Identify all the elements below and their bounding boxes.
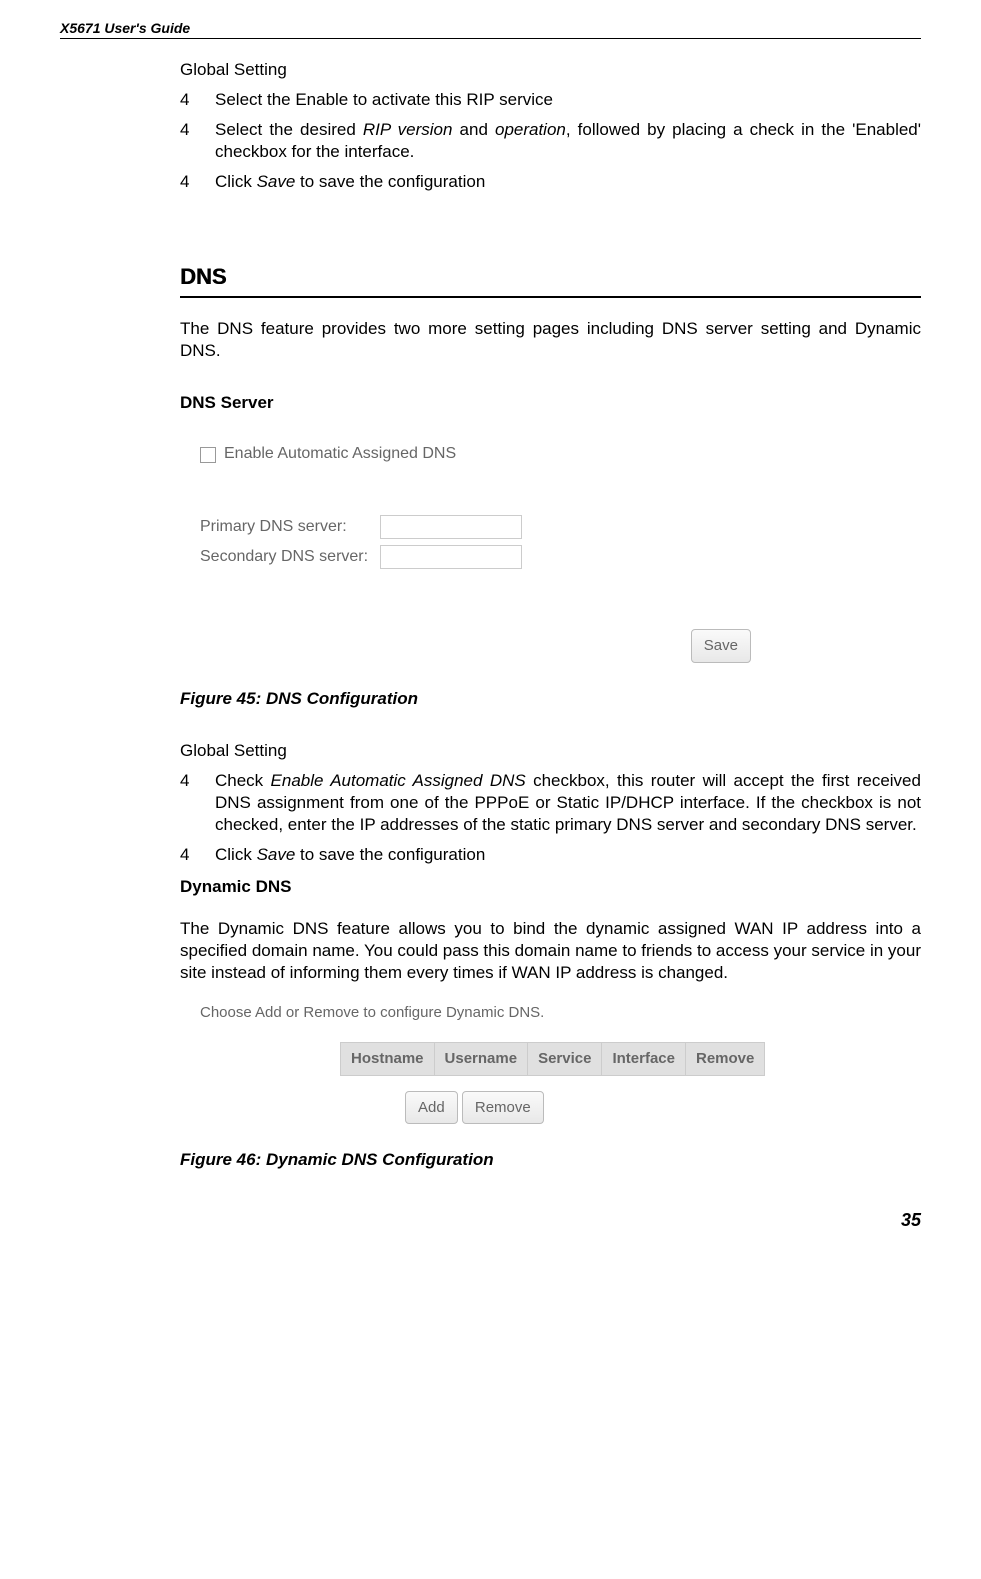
th-service: Service	[528, 1043, 602, 1076]
section-divider	[180, 296, 921, 298]
list-text: Check Enable Automatic Assigned DNS chec…	[215, 770, 921, 836]
th-username: Username	[434, 1043, 528, 1076]
secondary-dns-row: Secondary DNS server:	[200, 545, 921, 569]
add-button[interactable]: Add	[405, 1091, 458, 1125]
secondary-dns-input[interactable]	[380, 545, 522, 569]
text-fragment: and	[452, 120, 495, 139]
ddns-button-row: Add Remove	[405, 1091, 921, 1125]
italic-fragment: RIP version	[363, 120, 453, 139]
th-interface: Interface	[602, 1043, 686, 1076]
list-text: Select the desired RIP version and opera…	[215, 119, 921, 163]
save-row: Save	[200, 629, 921, 663]
text-fragment: Check	[215, 771, 271, 790]
figure-45-caption: Figure 45: DNS Configuration	[180, 688, 921, 710]
doc-title: X5671 User's Guide	[60, 20, 190, 36]
italic-fragment: Save	[257, 845, 296, 864]
dns-server-subtitle: DNS Server	[180, 392, 921, 414]
italic-fragment: Save	[257, 172, 296, 191]
list-number: 4	[180, 844, 215, 866]
secondary-dns-label: Secondary DNS server:	[200, 547, 380, 568]
list-text: Click Save to save the configuration	[215, 844, 921, 866]
save-button[interactable]: Save	[691, 629, 751, 663]
list-item: 4 Select the Enable to activate this RIP…	[180, 89, 921, 111]
primary-dns-input[interactable]	[380, 515, 522, 539]
page-header: X5671 User's Guide	[60, 20, 921, 39]
th-remove: Remove	[686, 1043, 765, 1076]
text-fragment: Click	[215, 172, 257, 191]
th-hostname: Hostname	[341, 1043, 435, 1076]
table-header-row: Hostname Username Service Interface Remo…	[341, 1043, 765, 1076]
global-setting-heading-2: Global Setting	[180, 740, 921, 762]
enable-auto-dns-label: Enable Automatic Assigned DNS	[224, 444, 456, 465]
enable-auto-dns-row: Enable Automatic Assigned DNS	[200, 444, 921, 465]
list-item: 4 Click Save to save the configuration	[180, 171, 921, 193]
page-number: 35	[901, 1210, 921, 1231]
text-fragment: to save the configuration	[295, 845, 485, 864]
ddns-table: Hostname Username Service Interface Remo…	[340, 1042, 765, 1076]
remove-button[interactable]: Remove	[462, 1091, 544, 1125]
figure-dns-config: Enable Automatic Assigned DNS Primary DN…	[180, 434, 921, 662]
list-text: Select the Enable to activate this RIP s…	[215, 89, 921, 111]
global-setting-heading: Global Setting	[180, 59, 921, 81]
dynamic-dns-description: The Dynamic DNS feature allows you to bi…	[180, 918, 921, 984]
primary-dns-row: Primary DNS server:	[200, 515, 921, 539]
figure-dynamic-dns: Choose Add or Remove to configure Dynami…	[180, 993, 921, 1125]
doc-title-text: X5671 User's Guide	[60, 20, 190, 36]
dynamic-dns-subtitle: Dynamic DNS	[180, 876, 921, 898]
figure-46-caption: Figure 46: Dynamic DNS Configuration	[180, 1149, 921, 1171]
list-number: 4	[180, 770, 215, 836]
ddns-caption-line: Choose Add or Remove to configure Dynami…	[200, 1003, 921, 1023]
text-fragment: Select the desired	[215, 120, 363, 139]
dns-description: The DNS feature provides two more settin…	[180, 318, 921, 362]
text-fragment: to save the configuration	[295, 172, 485, 191]
list-item: 4 Select the desired RIP version and ope…	[180, 119, 921, 163]
list-item: 4 Check Enable Automatic Assigned DNS ch…	[180, 770, 921, 836]
primary-dns-label: Primary DNS server:	[200, 517, 380, 538]
italic-fragment: operation	[495, 120, 566, 139]
list-text: Click Save to save the configuration	[215, 171, 921, 193]
list-number: 4	[180, 89, 215, 111]
list-number: 4	[180, 171, 215, 193]
italic-fragment: Enable Automatic Assigned DNS	[271, 771, 526, 790]
text-fragment: Click	[215, 845, 257, 864]
list-item: 4 Click Save to save the configuration	[180, 844, 921, 866]
enable-auto-dns-checkbox[interactable]	[200, 447, 216, 463]
list-number: 4	[180, 119, 215, 163]
dns-section-title: DNS	[180, 263, 921, 292]
